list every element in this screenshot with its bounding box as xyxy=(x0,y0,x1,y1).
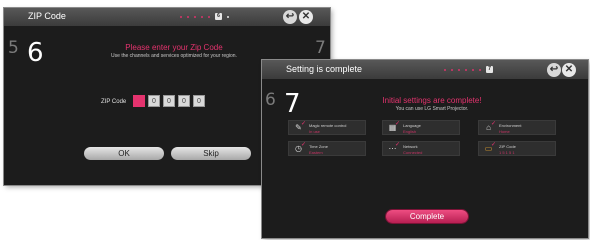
ok-button[interactable]: OK xyxy=(84,147,164,160)
previous-step-number: 6 xyxy=(265,90,276,110)
summary-tile-zip: ▭ ✓ ZIP Code 1 5 1 5 1 xyxy=(478,141,556,156)
progress-dot xyxy=(180,15,182,18)
check-icon: ✓ xyxy=(395,121,401,127)
tile-value: 1 5 1 5 1 xyxy=(499,150,515,155)
zip-digit-box[interactable]: 0 xyxy=(193,95,205,107)
tile-value: Home xyxy=(499,129,510,134)
progress-dot xyxy=(479,68,481,71)
setting-complete-screen: Setting is complete 7 ↩ ✕ 6 7 Initial se… xyxy=(262,60,588,238)
back-arrow-icon[interactable]: ↩ xyxy=(547,63,561,77)
check-icon: ✓ xyxy=(491,121,497,127)
current-step-number: 6 xyxy=(27,38,44,68)
zip-digit-box[interactable]: 0 xyxy=(178,95,190,107)
zip-title: ZIP Code xyxy=(28,11,66,21)
tile-value: Eastern xyxy=(309,150,323,155)
close-icon[interactable]: ✕ xyxy=(562,63,576,77)
progress-dot xyxy=(444,68,446,71)
progress-dot xyxy=(201,15,203,18)
zip-heading: Please enter your Zip Code xyxy=(125,43,223,52)
summary-tile-network: ⋯ ✓ Network Connected xyxy=(382,141,460,156)
tile-name: Network xyxy=(403,144,418,149)
complete-heading: Initial settings are complete! xyxy=(382,96,482,105)
tile-name: ZIP Code xyxy=(499,144,516,149)
zip-code-label: ZIP Code xyxy=(101,99,127,105)
zip-digit-box[interactable]: 0 xyxy=(148,95,160,107)
summary-tile-language: ▦ ✓ Language English xyxy=(382,120,460,135)
check-icon: ✓ xyxy=(395,142,401,148)
progress-dot xyxy=(472,68,474,71)
next-step-number: 7 xyxy=(315,38,326,58)
zip-code-input[interactable]: 0 0 0 0 0 xyxy=(133,95,205,107)
tile-name: Magic remote control xyxy=(309,123,347,128)
tile-value: English xyxy=(403,129,417,134)
progress-dot xyxy=(465,68,467,71)
complete-title: Setting is complete xyxy=(286,64,363,74)
progress-dot xyxy=(451,68,453,71)
complete-button[interactable]: Complete xyxy=(386,210,468,223)
check-icon: ✓ xyxy=(491,142,497,148)
close-icon[interactable]: ✕ xyxy=(299,10,313,24)
progress-current-step: 6 xyxy=(215,13,222,20)
skip-button[interactable]: Skip xyxy=(171,147,251,160)
zip-titlebar: ZIP Code 6 ↩ ✕ xyxy=(4,8,330,26)
tile-name: Time Zone xyxy=(309,144,328,149)
complete-progress-dots: 7 xyxy=(444,66,493,73)
previous-step-number: 5 xyxy=(8,38,19,58)
summary-tile-timezone: ◷ ✓ Time Zone Eastern xyxy=(288,141,366,156)
zip-progress-dots: 6 xyxy=(180,13,229,20)
check-icon: ✓ xyxy=(301,121,307,127)
complete-subtext: You can use LG Smart Projector. xyxy=(395,106,469,112)
check-icon: ✓ xyxy=(301,142,307,148)
tile-name: Language xyxy=(403,123,421,128)
progress-dot xyxy=(187,15,189,18)
tile-value: Connected xyxy=(403,150,423,155)
progress-dot xyxy=(227,15,229,18)
zip-digit-box[interactable]: 0 xyxy=(163,95,175,107)
tile-value: In use xyxy=(309,129,320,134)
back-arrow-icon[interactable]: ↩ xyxy=(283,10,297,24)
summary-tile-environment: ⌂ ✓ Environment Home xyxy=(478,120,556,135)
zip-digit-box[interactable]: 0 xyxy=(133,95,145,107)
progress-dot xyxy=(194,15,196,18)
complete-titlebar: Setting is complete 7 ↩ ✕ xyxy=(262,60,588,79)
progress-dot xyxy=(208,15,210,18)
progress-dot xyxy=(458,68,460,71)
summary-tile-remote: ✎ ✓ Magic remote control In use xyxy=(288,120,366,135)
current-step-number: 7 xyxy=(284,89,301,119)
progress-current-step: 7 xyxy=(486,66,493,73)
tile-name: Environment xyxy=(499,123,522,128)
zip-subtext: Use the channels and services optimized … xyxy=(111,53,237,59)
